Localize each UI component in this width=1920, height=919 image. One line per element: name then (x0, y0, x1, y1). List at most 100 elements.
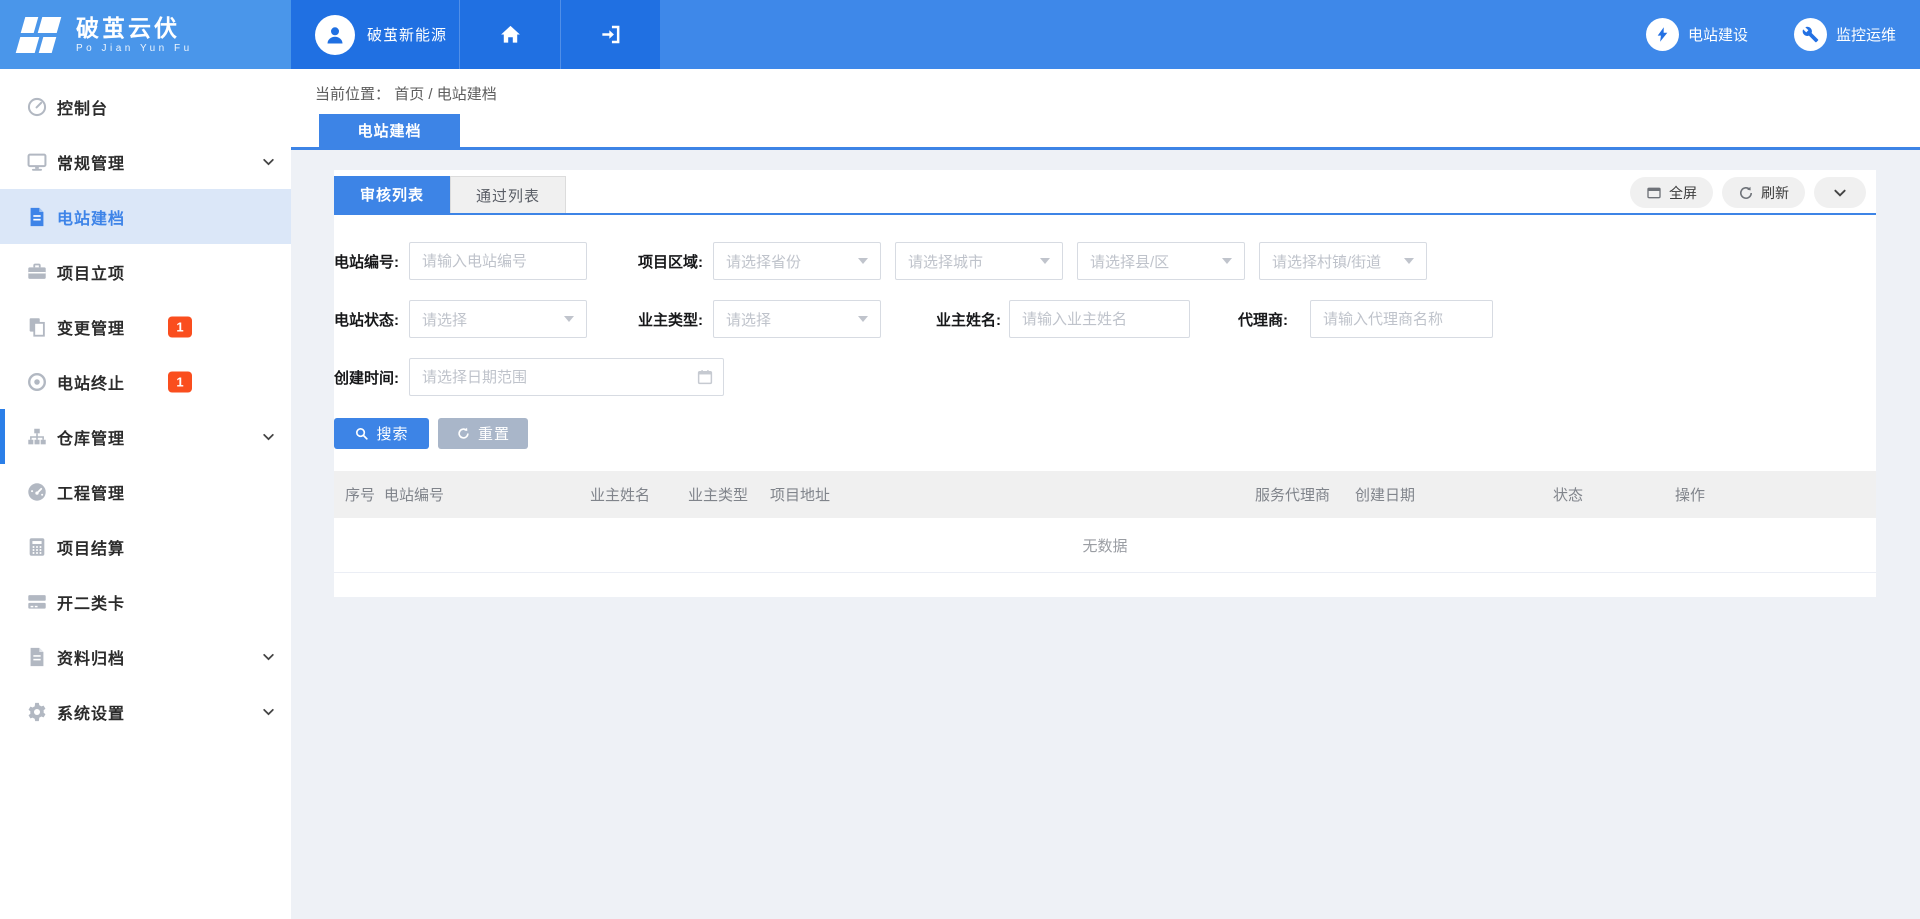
calendar-icon[interactable] (696, 368, 714, 386)
chevron-down-icon (1833, 186, 1847, 200)
agent-input[interactable] (1310, 300, 1493, 338)
monitor-icon (26, 151, 48, 173)
sitemap-icon (26, 426, 48, 448)
column-header: 操作 (1675, 484, 1876, 505)
app-header: 破茧云伏 Po Jian Yun Fu 破茧新能源 (0, 0, 1920, 69)
caret-icon (858, 258, 868, 264)
gauge-icon (26, 481, 48, 503)
column-header: 状态 (1553, 484, 1675, 505)
city-select[interactable]: 请选择城市 (895, 242, 1063, 280)
sidebar-item-data-archive[interactable]: 资料归档 (0, 629, 291, 684)
caret-icon (858, 316, 868, 322)
login-icon (599, 23, 622, 46)
column-header: 序号 (334, 484, 384, 505)
chevron-down-icon (262, 705, 275, 718)
logo-icon (16, 15, 64, 55)
card-icon (26, 591, 48, 613)
sidebar-item-station-filing[interactable]: 电站建档 (0, 189, 291, 244)
user-section[interactable]: 破茧新能源 (291, 0, 460, 69)
chevron-down-icon (262, 430, 275, 443)
sidebar-item-label: 常规管理 (57, 150, 125, 174)
archive-icon (26, 646, 48, 668)
sidebar-item-label: 项目结算 (57, 535, 125, 559)
chevron-down-icon (262, 155, 275, 168)
sidebar-item-label: 仓库管理 (57, 425, 125, 449)
dashboard-icon (26, 96, 48, 118)
sidebar-item-label: 项目立项 (57, 260, 125, 284)
nav-monitoring[interactable]: 监控运维 (1794, 18, 1896, 51)
form-buttons: 搜索 重置 (334, 418, 1876, 449)
collapse-button[interactable] (1814, 177, 1866, 208)
home-button[interactable] (460, 0, 561, 69)
reset-icon (456, 426, 471, 441)
column-header: 项目地址 (770, 484, 1255, 505)
search-button[interactable]: 搜索 (334, 418, 429, 449)
copy-icon (26, 316, 48, 338)
sidebar-item-general-mgmt[interactable]: 常规管理 (0, 134, 291, 189)
station-status-label: 电站状态: (334, 309, 399, 330)
page-tab-station-filing[interactable]: 电站建档 (319, 114, 460, 147)
panel-head: 审核列表 通过列表 全屏 (334, 170, 1876, 221)
sidebar-item-label: 电站建档 (57, 205, 125, 229)
app-logo[interactable]: 破茧云伏 Po Jian Yun Fu (0, 0, 291, 69)
village-select[interactable]: 请选择村镇/街道 (1259, 242, 1427, 280)
caret-icon (564, 316, 574, 322)
sidebar-item-project-initiation[interactable]: 项目立项 (0, 244, 291, 299)
sidebar-item-project-settlement[interactable]: 项目结算 (0, 519, 291, 574)
logo-title: 破茧云伏 (76, 15, 193, 41)
owner-name-input[interactable] (1009, 300, 1190, 338)
column-header: 业主姓名 (590, 484, 688, 505)
sidebar-item-console[interactable]: 控制台 (0, 79, 291, 134)
search-icon (354, 426, 369, 441)
panel: 审核列表 通过列表 全屏 (334, 170, 1876, 597)
county-select[interactable]: 请选择县/区 (1077, 242, 1245, 280)
refresh-button[interactable]: 刷新 (1722, 177, 1805, 208)
sidebar-item-label: 电站终止 (57, 370, 125, 394)
lightning-icon (1646, 18, 1679, 51)
tab-review-list[interactable]: 审核列表 (334, 176, 450, 213)
sidebar-item-warehouse-mgmt[interactable]: 仓库管理 (0, 409, 291, 464)
person-icon (323, 23, 347, 47)
sidebar-item-label: 资料归档 (57, 645, 125, 669)
column-header: 业主类型 (688, 484, 770, 505)
breadcrumb-current: 电站建档 (437, 86, 497, 103)
sidebar-item-engineering-mgmt[interactable]: 工程管理 (0, 464, 291, 519)
avatar[interactable] (315, 15, 355, 55)
nav-label: 电站建设 (1688, 24, 1748, 45)
sidebar-item-label: 工程管理 (57, 480, 125, 504)
panel-toolbar: 全屏 刷新 (1630, 177, 1866, 208)
sidebar-item-change-mgmt[interactable]: 变更管理 1 (0, 299, 291, 354)
column-header: 电站编号 (384, 484, 590, 505)
create-time-label: 创建时间: (334, 367, 399, 388)
nav-station-construction[interactable]: 电站建设 (1646, 18, 1748, 51)
breadcrumb-home[interactable]: 首页 (394, 86, 424, 103)
form-row-3: 创建时间: (334, 358, 1876, 396)
station-status-select[interactable]: 请选择 (409, 300, 587, 338)
chevron-down-icon (262, 650, 275, 663)
province-select[interactable]: 请选择省份 (713, 242, 881, 280)
column-header: 服务代理商 (1255, 484, 1355, 505)
station-no-label: 电站编号: (334, 251, 399, 272)
content: 审核列表 通过列表 全屏 (291, 150, 1920, 597)
sidebar: 控制台 常规管理 电站建档 (0, 69, 291, 919)
wrench-icon (1794, 18, 1827, 51)
tab-passed-list[interactable]: 通过列表 (450, 176, 566, 213)
column-header: 创建日期 (1355, 484, 1553, 505)
date-range-field (409, 358, 724, 396)
sidebar-item-label: 开二类卡 (57, 590, 125, 614)
fullscreen-button[interactable]: 全屏 (1630, 177, 1713, 208)
sidebar-item-system-settings[interactable]: 系统设置 (0, 684, 291, 739)
owner-type-select[interactable]: 请选择 (713, 300, 881, 338)
date-range-input[interactable] (409, 358, 724, 396)
header-right: 电站建设 监控运维 (660, 0, 1920, 69)
reset-button[interactable]: 重置 (438, 418, 528, 449)
org-name: 破茧新能源 (367, 24, 447, 45)
caret-icon (1222, 258, 1232, 264)
table-empty-state: 无数据 (334, 518, 1876, 573)
table-header: 序号 电站编号 业主姓名 业主类型 项目地址 服务代理商 创建日期 状态 操作 (334, 471, 1876, 518)
nav-label: 监控运维 (1836, 24, 1896, 45)
login-button[interactable] (561, 0, 660, 69)
sidebar-item-station-termination[interactable]: 电站终止 1 (0, 354, 291, 409)
sidebar-item-open-card[interactable]: 开二类卡 (0, 574, 291, 629)
station-no-input[interactable] (409, 242, 587, 280)
